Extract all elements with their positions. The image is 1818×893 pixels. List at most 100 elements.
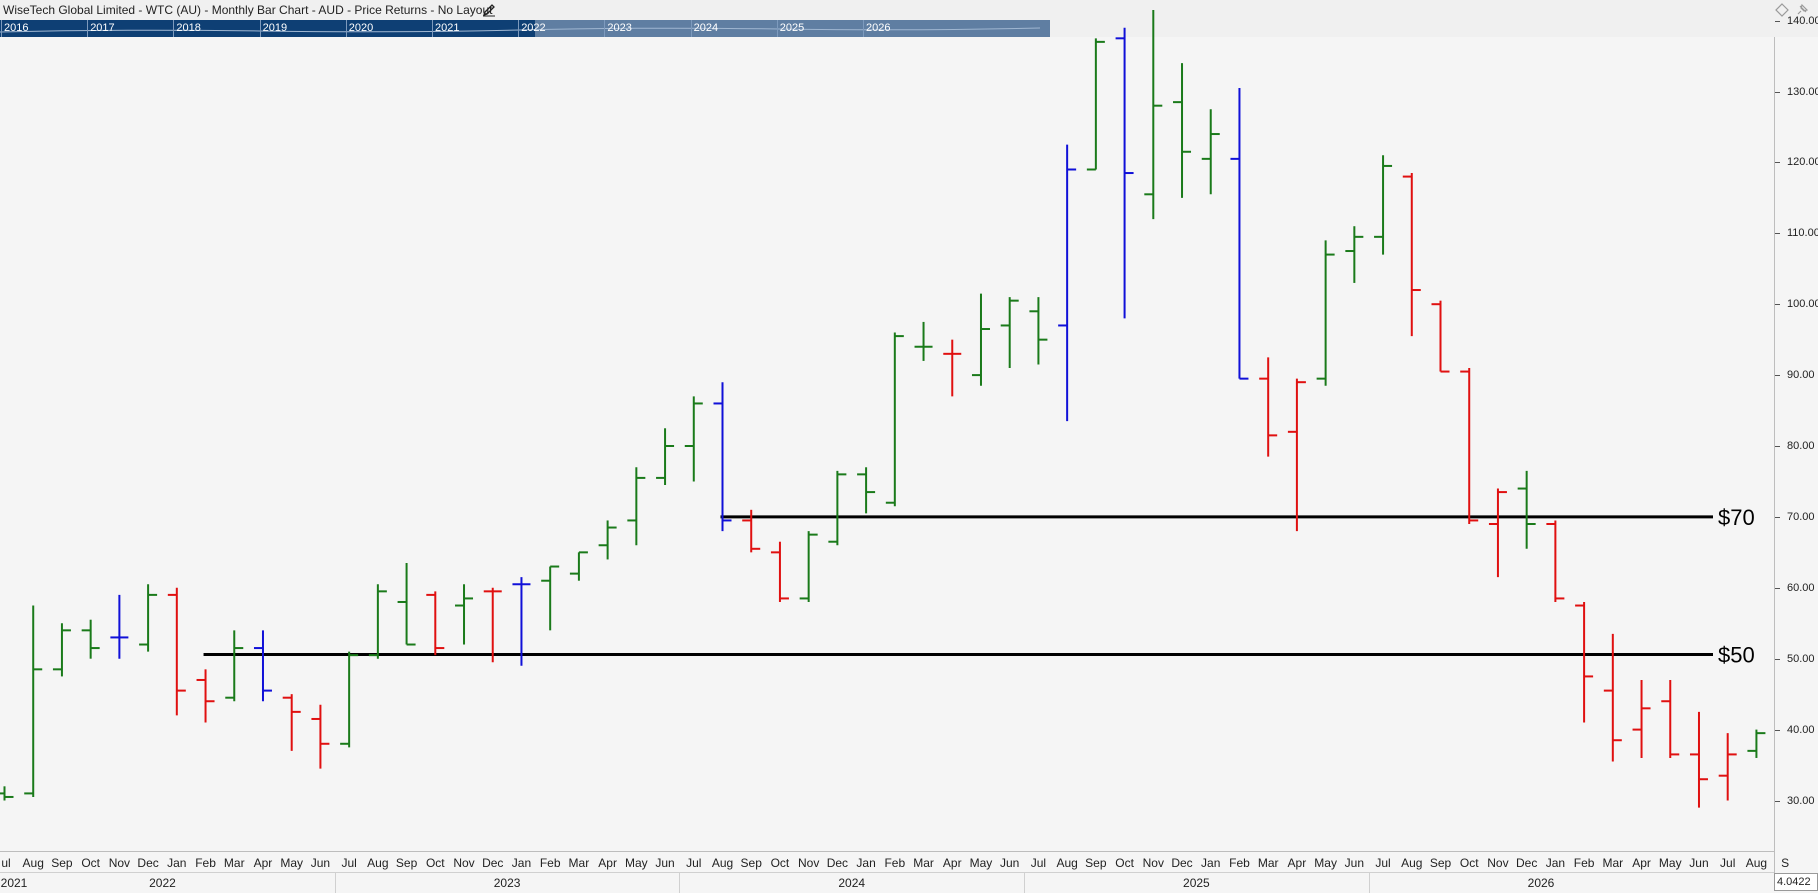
y-tick-mark [1775, 91, 1780, 93]
y-tick-mark [1775, 375, 1780, 377]
ohlc-bar[interactable] [1661, 679, 1680, 758]
ohlc-bar[interactable] [1115, 27, 1134, 319]
month-label: Sep [740, 856, 762, 870]
ohlc-bar[interactable] [311, 704, 330, 769]
month-label: Dec [826, 856, 849, 870]
ohlc-bar[interactable] [81, 619, 100, 659]
ohlc-bar[interactable] [1632, 679, 1651, 758]
ohlc-bar[interactable] [1460, 368, 1479, 524]
year-separator [679, 873, 681, 893]
date-axis[interactable]: ul Aug Sep Oct Nov Dec Jan Feb Mar Apr May Jun Jul Au… [0, 851, 1789, 893]
ohlc-bar[interactable] [1374, 155, 1393, 255]
ohlc-bar[interactable] [455, 584, 474, 645]
ohlc-bar[interactable] [1689, 711, 1708, 808]
month-label: Oct [770, 856, 790, 870]
ohlc-bar[interactable] [340, 651, 359, 748]
ohlc-bar[interactable] [24, 605, 43, 797]
month-label: Jan [1201, 856, 1221, 870]
ohlc-bar[interactable] [1058, 144, 1077, 422]
ohlc-bar[interactable] [684, 396, 703, 482]
ohlc-bar[interactable] [1144, 9, 1163, 220]
last-price-label: 4.0422 [1774, 873, 1818, 891]
ohlc-bar[interactable] [541, 565, 560, 631]
ohlc-bar[interactable] [1173, 63, 1192, 198]
ohlc-bar[interactable] [799, 531, 818, 602]
month-label: Jan [856, 856, 876, 870]
month-label: Nov [797, 856, 820, 870]
month-label: Jul [341, 856, 357, 870]
ohlc-bar[interactable] [857, 467, 876, 514]
ohlc-bar[interactable] [1287, 378, 1306, 532]
month-label: Jun [1689, 856, 1709, 870]
month-label: Nov [1142, 856, 1164, 870]
ohlc-bar[interactable] [426, 591, 445, 656]
ohlc-bar[interactable] [483, 587, 502, 663]
month-label: Mar [913, 856, 934, 870]
month-label: Jun [1344, 856, 1365, 870]
ohlc-bar[interactable] [1345, 226, 1364, 283]
y-tick-mark [1775, 233, 1780, 235]
year-separator [1368, 873, 1370, 893]
ohlc-bar[interactable] [943, 339, 962, 397]
ohlc-bar[interactable] [713, 382, 732, 532]
month-label: Jan [511, 856, 532, 870]
ohlc-bar[interactable] [397, 562, 416, 646]
ohlc-bar[interactable] [139, 584, 158, 652]
pin-icon[interactable] [1797, 3, 1809, 15]
month-label: Feb [539, 856, 561, 870]
y-tick-label: 100.00 [1787, 298, 1818, 311]
ohlc-bar[interactable] [1029, 297, 1048, 365]
ohlc-bar[interactable] [1201, 109, 1220, 195]
ohlc-bar[interactable] [914, 321, 933, 361]
y-tick-label: 140.00 [1787, 14, 1818, 27]
month-label: Feb [1229, 856, 1250, 870]
ohlc-bar[interactable] [1517, 470, 1536, 549]
month-label: Jun [310, 856, 331, 870]
ohlc-bar[interactable] [1546, 520, 1565, 602]
ohlc-bar[interactable] [1431, 300, 1450, 373]
ohlc-bar[interactable] [110, 594, 129, 659]
ohlc-bar[interactable] [1402, 173, 1421, 337]
ohlc-bar[interactable] [512, 577, 531, 666]
ohlc-bar[interactable] [1575, 601, 1594, 723]
ohlc-bar[interactable] [770, 541, 789, 602]
y-tick-label: 130.00 [1787, 85, 1818, 98]
ohlc-bar[interactable] [0, 786, 14, 801]
price-chart-area[interactable]: $70 $50 [0, 0, 1774, 851]
month-label: Apr [253, 856, 273, 870]
y-tick-label: 90.00 [1787, 369, 1815, 382]
ohlc-bar[interactable] [828, 470, 847, 546]
ohlc-bar[interactable] [569, 551, 588, 581]
ohlc-bar[interactable] [52, 623, 71, 677]
ohlc-bar[interactable] [656, 428, 675, 485]
ohlc-bar[interactable] [971, 293, 990, 386]
ohlc-bar[interactable] [282, 694, 301, 751]
month-label: Nov [1487, 856, 1509, 870]
ohlc-bar[interactable] [196, 669, 215, 723]
ohlc-bar[interactable] [1488, 488, 1507, 578]
year-label: 2022 [149, 876, 176, 890]
ohlc-bar[interactable] [167, 587, 186, 716]
year-label: 2026 [1527, 876, 1555, 890]
ohlc-bar[interactable] [627, 467, 646, 546]
month-label: Dec [137, 856, 159, 870]
ohlc-bar[interactable] [598, 520, 617, 560]
month-label: Aug [711, 856, 734, 870]
month-label: May [624, 856, 648, 870]
ohlc-bar[interactable] [1230, 87, 1249, 380]
ohlc-bar[interactable] [253, 630, 272, 702]
ohlc-bar[interactable] [1086, 38, 1105, 171]
ohlc-bar[interactable] [1747, 729, 1766, 758]
ohlc-bar[interactable] [1259, 357, 1278, 457]
month-label: Jan [1545, 856, 1566, 870]
ohlc-bar[interactable] [225, 630, 244, 702]
y-tick-mark [1775, 729, 1780, 731]
ohlc-bar[interactable] [368, 584, 387, 659]
ohlc-bar[interactable] [1000, 297, 1019, 369]
ohlc-bar[interactable] [885, 332, 904, 507]
y-tick-mark [1775, 516, 1780, 518]
ohlc-bar[interactable] [1316, 240, 1335, 386]
ohlc-bar[interactable] [1718, 733, 1737, 801]
price-axis[interactable]: 30.00 40.00 50.00 60.00 70.00 80.00 90.00 100.0… [1774, 15, 1818, 891]
month-label: Jul [686, 856, 702, 870]
